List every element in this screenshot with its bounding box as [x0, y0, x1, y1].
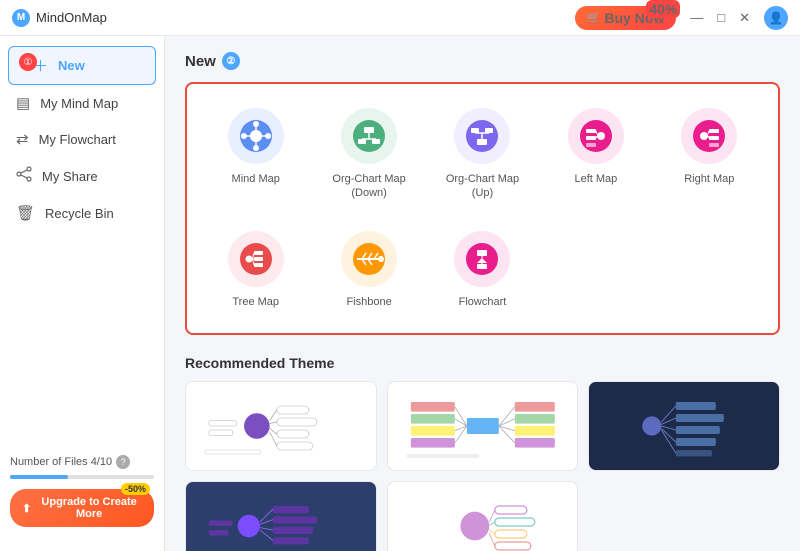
sidebar: ① ＋ New ▤ My Mind Map ⇄ My Flowchart	[0, 36, 165, 551]
titlebar: M MindOnMap 🛒 Buy Now 40% — □ ✕ 👤	[0, 0, 800, 36]
new-badge: ①	[19, 53, 37, 71]
buy-badge: 40%	[646, 0, 680, 18]
sidebar-label-new: New	[58, 58, 85, 73]
flowchart-label: Flowchart	[459, 295, 507, 309]
share-icon	[16, 166, 32, 186]
app-title: MindOnMap	[36, 10, 107, 25]
sidebar-label-recycle: Recycle Bin	[45, 206, 114, 221]
template-mind-map[interactable]: Mind Map	[203, 100, 308, 209]
new-section-badge: ②	[222, 52, 240, 70]
template-fishbone[interactable]: Fishbone	[316, 223, 421, 317]
org-chart-up-label: Org-Chart Map (Up)	[434, 172, 531, 201]
file-progress-fill	[10, 475, 68, 479]
help-icon[interactable]: ?	[116, 455, 130, 469]
templates-row1: Mind Map Org-Chart Map(Down)	[203, 100, 762, 209]
left-map-icon	[568, 108, 624, 164]
sidebar-item-my-share[interactable]: My Share	[0, 157, 164, 195]
template-org-chart-down[interactable]: Org-Chart Map(Down)	[316, 100, 421, 209]
right-map-icon	[681, 108, 737, 164]
titlebar-left: M MindOnMap	[12, 9, 107, 27]
window-maximize[interactable]: □	[717, 10, 725, 25]
recommended-title: Recommended Theme	[185, 355, 780, 371]
new-section-title: New	[185, 53, 216, 70]
buy-now-button[interactable]: 🛒 Buy Now 40%	[575, 6, 677, 30]
tree-map-label: Tree Map	[232, 295, 279, 309]
sidebar-bottom: Number of Files 4/10 ? ⬆ Upgrade to Crea…	[0, 445, 164, 541]
sidebar-item-new[interactable]: ① ＋ New	[8, 46, 156, 85]
flowchart-template-icon	[454, 231, 510, 287]
templates-row2-spacer	[543, 223, 762, 317]
mind-map-label: Mind Map	[232, 172, 280, 186]
new-section-header: New ②	[185, 52, 780, 70]
org-chart-down-label: Org-Chart Map(Down)	[332, 172, 405, 201]
fishbone-icon	[341, 231, 397, 287]
right-map-label: Right Map	[684, 172, 734, 186]
mind-map-icon: ▤	[16, 94, 30, 112]
templates-row2: Tree Map	[203, 223, 762, 317]
content-area: New ②	[165, 36, 800, 551]
sidebar-label-mind-map: My Mind Map	[40, 96, 118, 111]
template-flowchart[interactable]: Flowchart	[430, 223, 535, 317]
upgrade-button[interactable]: ⬆ Upgrade to Create More -50%	[10, 489, 154, 527]
sidebar-label-share: My Share	[42, 169, 98, 184]
org-chart-up-icon	[454, 108, 510, 164]
left-map-label: Left Map	[574, 172, 617, 186]
template-org-chart-up[interactable]: Org-Chart Map (Up)	[430, 100, 535, 209]
tree-map-icon	[228, 231, 284, 287]
template-tree-map[interactable]: Tree Map	[203, 223, 308, 317]
theme-card-4[interactable]	[185, 481, 377, 551]
theme-card-1[interactable]	[185, 381, 377, 471]
file-count-label: Number of Files 4/10 ?	[10, 455, 154, 469]
window-minimize[interactable]: —	[690, 10, 703, 25]
user-avatar[interactable]: 👤	[764, 6, 788, 30]
theme-card-2[interactable]	[387, 381, 579, 471]
mind-map-template-icon	[228, 108, 284, 164]
template-right-map[interactable]: Right Map	[657, 100, 762, 209]
sidebar-item-my-mind-map[interactable]: ▤ My Mind Map	[0, 85, 164, 121]
window-close[interactable]: ✕	[739, 10, 750, 26]
sidebar-label-flowchart: My Flowchart	[39, 132, 116, 147]
upgrade-icon: ⬆	[22, 502, 31, 515]
file-progress-bar	[10, 475, 154, 479]
templates-container: Mind Map Org-Chart Map(Down)	[185, 82, 780, 335]
sidebar-top: ① ＋ New ▤ My Mind Map ⇄ My Flowchart	[0, 46, 164, 231]
themes-grid	[185, 381, 780, 551]
theme-card-5[interactable]	[387, 481, 579, 551]
upgrade-badge: -50%	[121, 483, 150, 495]
sidebar-item-recycle-bin[interactable]: 🗑 Recycle Bin	[0, 195, 164, 231]
org-chart-down-icon	[341, 108, 397, 164]
titlebar-controls: 🛒 Buy Now 40% — □ ✕ 👤	[575, 6, 788, 30]
flowchart-icon: ⇄	[16, 130, 29, 148]
recycle-bin-icon: 🗑	[16, 204, 35, 222]
theme-card-3[interactable]	[588, 381, 780, 471]
fishbone-label: Fishbone	[346, 295, 391, 309]
sidebar-item-my-flowchart[interactable]: ⇄ My Flowchart	[0, 121, 164, 157]
app-logo: M	[12, 9, 30, 27]
main-layout: ① ＋ New ▤ My Mind Map ⇄ My Flowchart	[0, 36, 800, 551]
template-left-map[interactable]: Left Map	[543, 100, 648, 209]
